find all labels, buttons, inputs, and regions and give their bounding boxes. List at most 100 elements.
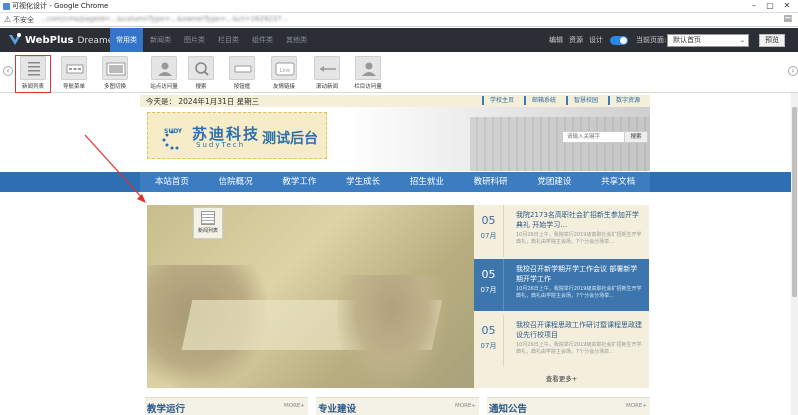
section-notices: 通知公告 MORE+ — [487, 397, 650, 415]
section-more-link[interactable]: MORE+ — [284, 403, 305, 409]
section-more-link[interactable]: MORE+ — [626, 403, 647, 409]
building-photo — [470, 117, 650, 171]
news-more-link[interactable]: 查看更多+ — [474, 373, 649, 383]
nav-item-students[interactable]: 学生成长 — [331, 172, 395, 192]
nav-item-admissions[interactable]: 招生就业 — [395, 172, 459, 192]
component-label: 站点访问量 — [150, 84, 178, 90]
page-scrollbar[interactable] — [791, 93, 798, 415]
component-label: 搜索 — [195, 84, 207, 90]
minimize-button[interactable]: – — [748, 1, 760, 11]
news-month: 07月 — [480, 232, 497, 240]
component-nav-menu[interactable]: 导航菜单 — [56, 56, 92, 92]
image-slider-drop-zone[interactable]: 新闻列表 — [147, 205, 474, 388]
news-date: 05 07月 — [474, 259, 504, 311]
news-list-icon — [20, 56, 46, 80]
section-title: 教学运行 — [147, 404, 186, 415]
quick-links: 学校主页 邮箱系统 智慧校园 数字资源 — [478, 96, 646, 105]
site-visits-icon — [151, 56, 177, 80]
security-label[interactable]: 不安全 — [13, 15, 34, 25]
news-list-icon — [201, 211, 215, 225]
news-title[interactable]: 我院2173名高职社会扩招新生参加开学 典礼 开始学习… — [516, 210, 644, 230]
list-item[interactable]: 05 07月 我校召开课程思政工作研讨暨课程思政建设先行校项目 10月26日上午… — [474, 315, 649, 367]
site-search-button[interactable]: 搜索 — [624, 131, 648, 143]
edit-link[interactable]: 编辑 — [549, 28, 563, 52]
nav-item-documents[interactable]: 共享文档 — [586, 172, 650, 192]
app-header: WebPlus Dreamer 常用类 新闻类 图片类 栏目类 组件类 其他类 编… — [0, 28, 798, 52]
nav-item-about[interactable]: 信院概况 — [204, 172, 268, 192]
component-label: 导航菜单 — [62, 84, 85, 90]
app-logo: WebPlus Dreamer — [8, 33, 117, 47]
close-button[interactable]: ✕ — [781, 1, 793, 11]
scroll-left-icon[interactable]: ‹ — [3, 66, 13, 76]
section-more-link[interactable]: MORE+ — [455, 403, 476, 409]
chevron-down-icon: ⌄ — [739, 37, 745, 44]
column-visits-icon — [355, 56, 381, 80]
list-item[interactable]: 05 07月 我院2173名高职社会扩招新生参加开学 典礼 开始学习… 10月2… — [474, 205, 649, 257]
list-item[interactable]: 05 07月 我校召开新学期开学工作会议 部署新学期开学工作 10月26日上午，… — [474, 259, 649, 311]
nav-item-home[interactable]: 本站首页 — [140, 172, 204, 192]
design-link[interactable]: 设计 — [589, 28, 603, 52]
nav-item-research[interactable]: 教研科研 — [459, 172, 523, 192]
component-button-box[interactable]: 按钮框 — [224, 56, 260, 92]
dragged-component-label: 新闻列表 — [197, 228, 218, 234]
section-major-building: 专业建设 MORE+ — [316, 397, 479, 415]
address-bar[interactable]: ⚠ 不安全 ...com/cms/pageid=...&columnType=.… — [0, 13, 798, 27]
current-page-select[interactable]: 默认首页 ⌄ — [667, 34, 749, 47]
window-title: 可视化设计 - Google Chrome — [12, 2, 109, 10]
today-date: 今天是： 2024年1月31日 星期三 — [146, 97, 260, 106]
component-label: 滚动新闻 — [315, 84, 338, 90]
tab-images[interactable]: 图片类 — [178, 28, 211, 52]
resources-link[interactable]: 资源 — [569, 28, 583, 52]
tab-news[interactable]: 新闻类 — [144, 28, 177, 52]
tab-widgets[interactable]: 组件类 — [246, 28, 279, 52]
site-banner: SUDY 苏迪科技 SudyTech 测试后台 请输入关键字 搜索 — [140, 107, 650, 171]
search-icon — [188, 56, 214, 80]
news-day: 05 — [481, 214, 496, 227]
component-column-visits[interactable]: 栏目访问量 — [350, 56, 386, 92]
design-mode-toggle[interactable] — [610, 36, 628, 45]
section-teaching-operation: 教学运行 MORE+ — [145, 397, 308, 415]
component-friend-link[interactable]: Link 友情链接 — [266, 56, 302, 92]
webplus-logo-icon — [9, 33, 21, 45]
news-summary: 10月26日上午，我院举行2019级高职社会扩招新生开学典礼，典礼由学院主会场，… — [516, 342, 642, 355]
url-text[interactable]: ...com/cms/pageid=...&columnType=...&own… — [40, 15, 480, 23]
site-search-input[interactable]: 请输入关键字 — [562, 131, 628, 143]
component-label: 多图切换 — [103, 84, 126, 90]
component-scroll-news[interactable]: 滚动新闻 — [309, 56, 345, 92]
news-date: 05 07月 — [474, 315, 504, 367]
news-day: 05 — [481, 268, 496, 281]
tab-other[interactable]: 其他类 — [280, 28, 313, 52]
maximize-button[interactable]: ▢ — [764, 1, 776, 11]
component-label: 栏目访问量 — [354, 84, 382, 90]
component-search[interactable]: 搜索 — [183, 56, 219, 92]
component-toolbar: ‹ 新闻列表 导航菜单 多图切换 站点访问量 搜索 按钮框 Link 友情链接 … — [0, 52, 798, 93]
scrollbar-thumb[interactable] — [792, 107, 797, 297]
section-title: 通知公告 — [489, 404, 528, 415]
preview-button[interactable]: 预览 — [759, 34, 785, 47]
news-title[interactable]: 我校召开新学期开学工作会议 部署新学期开学工作 — [516, 264, 644, 284]
news-title[interactable]: 我校召开课程思政工作研讨暨课程思政建设先行校项目 — [516, 320, 644, 340]
quick-link-resources[interactable]: 数字资源 — [608, 96, 646, 105]
component-site-visits[interactable]: 站点访问量 — [146, 56, 182, 92]
reader-mode-icon[interactable]: ▤ — [783, 14, 792, 24]
button-box-icon — [229, 56, 255, 80]
component-category-tabs: 常用类 新闻类 图片类 栏目类 组件类 其他类 — [110, 28, 314, 52]
quick-link-campus[interactable]: 智慧校园 — [566, 96, 604, 105]
tab-common[interactable]: 常用类 — [110, 28, 143, 52]
component-label: 按钮框 — [233, 84, 251, 90]
news-month: 07月 — [480, 342, 497, 350]
quick-link-home[interactable]: 学校主页 — [482, 96, 520, 105]
section-title: 专业建设 — [318, 404, 357, 415]
quick-link-mail[interactable]: 邮箱系统 — [524, 96, 562, 105]
dragged-component[interactable]: 新闻列表 — [193, 207, 223, 239]
svg-text:Link: Link — [280, 68, 290, 74]
nav-item-party[interactable]: 党团建设 — [523, 172, 587, 192]
scroll-right-icon[interactable]: › — [788, 66, 798, 76]
component-label: 新闻列表 — [21, 84, 44, 90]
component-image-slider[interactable]: 多图切换 — [97, 56, 133, 92]
nav-item-teaching[interactable]: 教学工作 — [268, 172, 332, 192]
tab-columns[interactable]: 栏目类 — [212, 28, 245, 52]
component-news-list[interactable]: 新闻列表 — [15, 55, 51, 93]
site-main-nav: 本站首页 信院概况 教学工作 学生成长 招生就业 教研科研 党团建设 共享文档 — [0, 172, 798, 192]
warning-icon[interactable]: ⚠ — [4, 15, 11, 24]
